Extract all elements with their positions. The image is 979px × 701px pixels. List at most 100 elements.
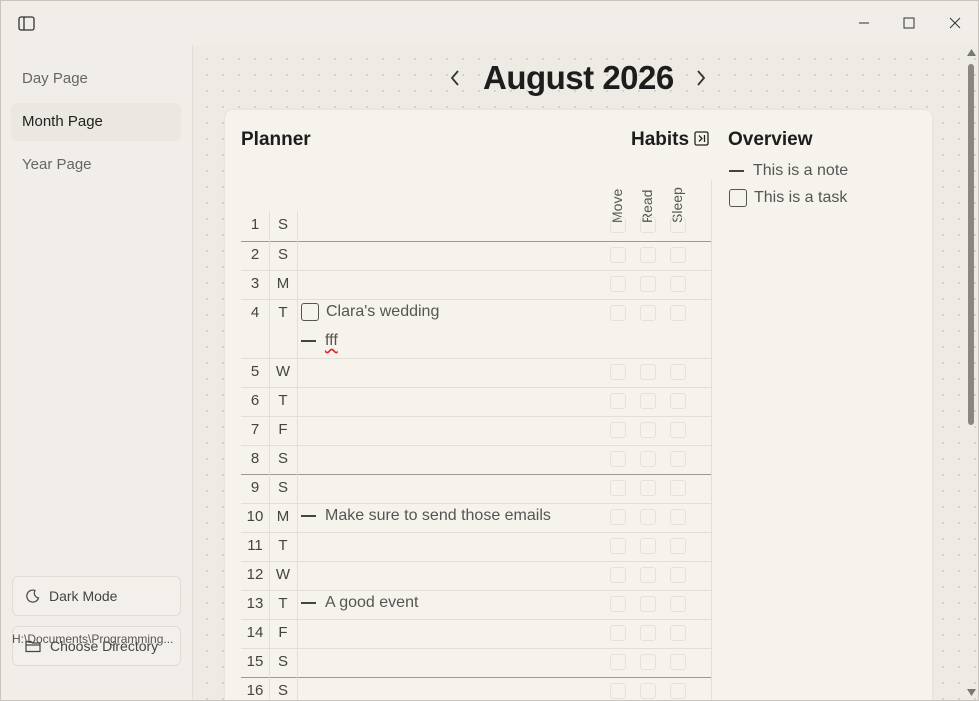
habit-checkbox-sleep[interactable]	[670, 276, 686, 292]
habit-checkbox-sleep[interactable]	[670, 654, 686, 670]
note-bullet-icon	[301, 602, 316, 604]
habit-checkbox-move[interactable]	[610, 364, 626, 380]
habits-title: Habits	[631, 129, 690, 150]
weekday-letter: M	[269, 270, 298, 299]
habit-checkbox-read[interactable]	[640, 509, 656, 525]
habit-checkbox-sleep[interactable]	[670, 567, 686, 583]
habit-checkbox-sleep[interactable]	[670, 422, 686, 438]
habit-checkbox-move[interactable]	[610, 480, 626, 496]
task-entry[interactable]: Clara's wedding	[301, 303, 439, 321]
habit-checkbox-sleep[interactable]	[670, 538, 686, 554]
habit-checkbox-sleep[interactable]	[670, 247, 686, 263]
day-number: 13	[241, 590, 270, 619]
planner-row-day-14[interactable]: 14 F	[241, 619, 711, 649]
maximize-icon[interactable]	[899, 13, 919, 33]
note-entry[interactable]: A good event	[301, 594, 418, 612]
overview-note[interactable]: This is a note	[729, 162, 848, 180]
sidebar-toggle-icon[interactable]	[16, 13, 36, 33]
habit-checkbox-read[interactable]	[640, 393, 656, 409]
planner-row-day-8[interactable]: 8S	[241, 445, 711, 475]
planner-row-day-12[interactable]: 12 W	[241, 561, 711, 591]
previous-month-icon[interactable]	[449, 67, 461, 93]
planner-row-day-15[interactable]: 15 S	[241, 648, 711, 678]
habit-checkbox-move[interactable]	[610, 596, 626, 612]
habit-checkbox-move[interactable]	[610, 538, 626, 554]
habit-checkbox-sleep[interactable]	[670, 625, 686, 641]
dark-mode-button[interactable]: Dark Mode	[12, 576, 181, 616]
habits-panel-toggle-icon[interactable]	[694, 131, 709, 151]
habit-checkbox-read[interactable]	[640, 567, 656, 583]
scroll-down-icon[interactable]	[967, 689, 976, 696]
planner-row-day-9[interactable]: 9S	[241, 474, 711, 504]
habit-checkbox-move[interactable]	[610, 276, 626, 292]
habit-checkbox-sleep[interactable]	[670, 683, 686, 699]
note-entry[interactable]: fff	[301, 332, 338, 350]
habit-checkbox-read[interactable]	[640, 276, 656, 292]
note-entry[interactable]: Make sure to send those emails	[301, 507, 551, 525]
habit-checkbox-read[interactable]	[640, 217, 656, 233]
habit-checkbox-move[interactable]	[610, 217, 626, 233]
planner-row-day-5[interactable]: 5W	[241, 358, 711, 388]
habit-checkbox-read[interactable]	[640, 654, 656, 670]
habit-checkbox-move[interactable]	[610, 625, 626, 641]
day-number: 5	[241, 358, 270, 387]
habit-checkbox-read[interactable]	[640, 305, 656, 321]
planner-row-day-16[interactable]: 16 S	[241, 677, 711, 700]
weekday-letter: W	[269, 358, 298, 387]
task-checkbox[interactable]	[301, 303, 319, 321]
sidebar-item-year-page[interactable]: Year Page	[11, 146, 181, 184]
habit-checkbox-move[interactable]	[610, 567, 626, 583]
habit-checkbox-read[interactable]	[640, 538, 656, 554]
scrollbar-thumb[interactable]	[968, 64, 974, 425]
task-checkbox[interactable]	[729, 189, 747, 207]
habit-checkbox-sleep[interactable]	[670, 480, 686, 496]
weekday-letter: S	[269, 211, 298, 241]
planner-row-day-13[interactable]: 13 T A good event	[241, 590, 711, 620]
habit-checkbox-move[interactable]	[610, 305, 626, 321]
planner-row-day-1[interactable]: 1S	[241, 211, 711, 242]
next-month-icon[interactable]	[695, 67, 707, 93]
divider	[711, 180, 712, 700]
planner-row-day-6[interactable]: 6T	[241, 387, 711, 417]
habit-checkbox-move[interactable]	[610, 422, 626, 438]
scrollbar[interactable]	[965, 45, 978, 700]
minimize-icon[interactable]	[854, 13, 874, 33]
habit-checkbox-read[interactable]	[640, 596, 656, 612]
planner-row-day-4[interactable]: 4 T Clara's wedding fff	[241, 299, 711, 359]
habit-checkbox-move[interactable]	[610, 683, 626, 699]
planner-row-day-2[interactable]: 2S	[241, 241, 711, 271]
habit-checkbox-sleep[interactable]	[670, 451, 686, 467]
habit-checkbox-move[interactable]	[610, 247, 626, 263]
habit-checkbox-read[interactable]	[640, 364, 656, 380]
habit-checkbox-move[interactable]	[610, 451, 626, 467]
sidebar-item-month-page[interactable]: Month Page	[11, 103, 181, 141]
overview-task[interactable]: This is a task	[729, 189, 847, 207]
close-icon[interactable]	[945, 13, 965, 33]
habit-checkbox-sleep[interactable]	[670, 217, 686, 233]
habit-checkbox-sleep[interactable]	[670, 393, 686, 409]
sidebar-item-day-page[interactable]: Day Page	[11, 60, 181, 98]
note-bullet-icon	[729, 170, 744, 172]
habit-checkbox-sleep[interactable]	[670, 305, 686, 321]
planner-row-day-10[interactable]: 10 M Make sure to send those emails	[241, 503, 711, 533]
habit-checkbox-read[interactable]	[640, 480, 656, 496]
day-number: 2	[241, 241, 270, 270]
note-bullet-icon	[301, 515, 316, 517]
habit-checkbox-read[interactable]	[640, 683, 656, 699]
day-number: 10	[241, 503, 270, 532]
weekday-letter: S	[269, 474, 298, 503]
planner-row-day-7[interactable]: 7F	[241, 416, 711, 446]
habit-checkbox-read[interactable]	[640, 625, 656, 641]
planner-row-day-11[interactable]: 11 T	[241, 532, 711, 562]
scroll-up-icon[interactable]	[967, 49, 976, 56]
habit-checkbox-read[interactable]	[640, 451, 656, 467]
habit-checkbox-sleep[interactable]	[670, 509, 686, 525]
habit-checkbox-read[interactable]	[640, 422, 656, 438]
habit-checkbox-read[interactable]	[640, 247, 656, 263]
habit-checkbox-sleep[interactable]	[670, 364, 686, 380]
habit-checkbox-sleep[interactable]	[670, 596, 686, 612]
habit-checkbox-move[interactable]	[610, 654, 626, 670]
habit-checkbox-move[interactable]	[610, 509, 626, 525]
planner-row-day-3[interactable]: 3M	[241, 270, 711, 300]
habit-checkbox-move[interactable]	[610, 393, 626, 409]
